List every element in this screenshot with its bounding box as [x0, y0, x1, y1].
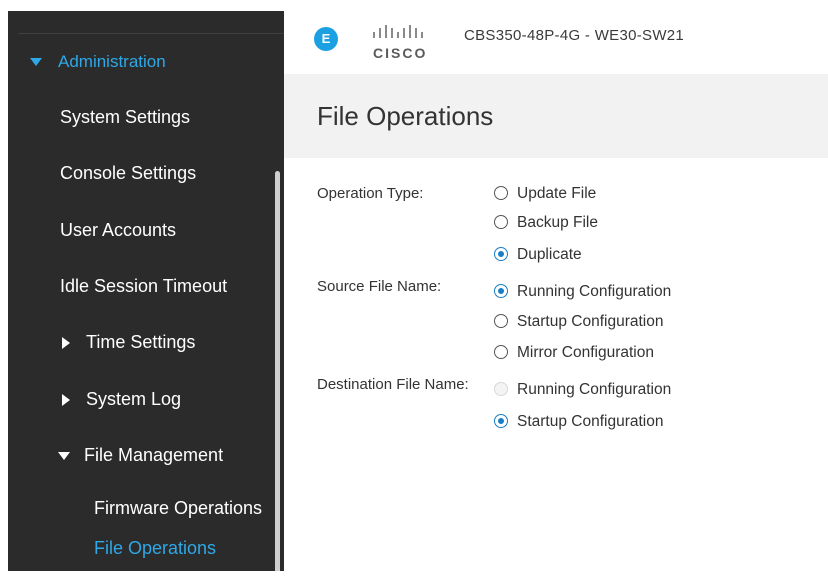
sidebar-item-label: File Operations [94, 538, 217, 558]
source-file-label: Source File Name: [317, 278, 442, 295]
page-title-bar: File Operations [284, 74, 828, 158]
sidebar-item-label: Idle Session Timeout [60, 276, 228, 296]
sidebar-item-file-management[interactable]: File Management [58, 445, 223, 466]
sidebar-item-system-log[interactable]: System Log [62, 389, 181, 410]
chevron-down-icon [30, 58, 42, 67]
radio-label: Startup Configuration [517, 313, 664, 330]
radio-source-startup-config[interactable]: Startup Configuration [494, 313, 663, 333]
exit-icon-glyph: E [321, 31, 331, 46]
radio-icon[interactable] [494, 214, 508, 229]
device-name: CBS350-48P-4G - WE30-SW21 [464, 27, 685, 44]
sidebar-item-label: File Management [84, 445, 224, 465]
radio-icon[interactable] [494, 344, 508, 359]
page-title: File Operations [317, 101, 494, 131]
chevron-right-icon [62, 337, 70, 350]
app-header: E CISCO CBS350-48P-4G - WE30-SW21 [284, 11, 828, 74]
sidebar-item-label: User Accounts [60, 220, 177, 240]
sidebar-subitem-firmware-operations[interactable]: Firmware Operations [94, 498, 262, 519]
sidebar-item-console-settings[interactable]: Console Settings [60, 163, 196, 184]
sidebar-item-time-settings[interactable]: Time Settings [62, 332, 195, 353]
radio-label: Backup File [517, 214, 598, 231]
sidebar-item-label: System Log [86, 389, 182, 409]
radio-icon[interactable] [494, 313, 508, 328]
chevron-down-icon [58, 452, 70, 461]
radio-label: Startup Configuration [517, 413, 664, 430]
sidebar-item-label: Firmware Operations [94, 498, 263, 518]
sidebar-item-idle-session-timeout[interactable]: Idle Session Timeout [60, 276, 227, 297]
radio-source-mirror-config[interactable]: Mirror Configuration [494, 344, 654, 364]
sidebar-subitem-file-operations[interactable]: File Operations [94, 538, 216, 559]
sidebar-item-label: System Settings [60, 107, 191, 127]
chevron-right-icon [62, 394, 70, 407]
sidebar-divider [18, 33, 284, 34]
cisco-logo-icon [373, 25, 423, 38]
radio-destination-running-config: Running Configuration [494, 381, 671, 401]
radio-duplicate[interactable]: Duplicate [494, 246, 582, 266]
cisco-wordmark: CISCO [373, 45, 428, 61]
radio-checked-icon[interactable] [494, 283, 508, 298]
sidebar-section-administration[interactable]: Administration [30, 51, 166, 72]
radio-label: Duplicate [517, 246, 582, 263]
radio-update-file[interactable]: Update File [494, 185, 596, 205]
radio-label: Update File [517, 185, 597, 202]
radio-label: Running Configuration [517, 381, 672, 398]
radio-label: Mirror Configuration [517, 344, 654, 361]
exit-icon[interactable]: E [314, 27, 338, 51]
sidebar-section-label: Administration [58, 52, 166, 71]
sidebar-item-label: Time Settings [86, 332, 196, 352]
radio-disabled-icon [494, 381, 508, 396]
radio-backup-file[interactable]: Backup File [494, 214, 598, 234]
radio-source-running-config[interactable]: Running Configuration [494, 283, 671, 303]
destination-file-label: Destination File Name: [317, 376, 469, 393]
radio-destination-startup-config[interactable]: Startup Configuration [494, 413, 663, 433]
radio-icon[interactable] [494, 185, 508, 200]
sidebar-item-label: Console Settings [60, 163, 197, 183]
radio-checked-icon[interactable] [494, 413, 508, 428]
sidebar-scrollbar[interactable] [275, 171, 280, 571]
operation-type-label: Operation Type: [317, 185, 424, 202]
radio-label: Running Configuration [517, 283, 672, 300]
sidebar-item-system-settings[interactable]: System Settings [60, 107, 190, 128]
sidebar-nav: Administration System Settings Console S… [8, 11, 284, 571]
radio-checked-icon[interactable] [494, 246, 508, 261]
sidebar-item-user-accounts[interactable]: User Accounts [60, 220, 176, 241]
